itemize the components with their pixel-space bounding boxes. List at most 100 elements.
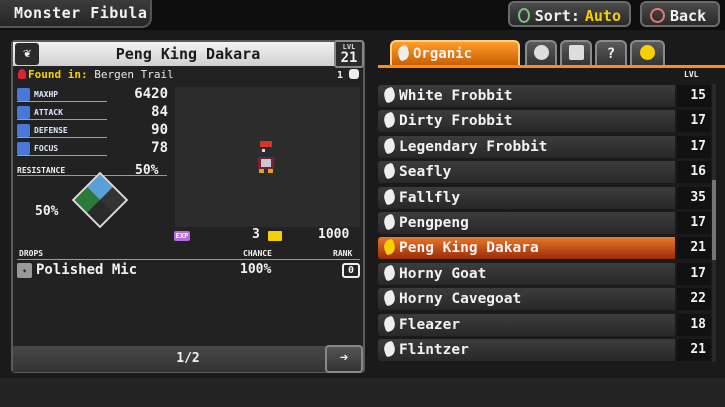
location-pin-icon xyxy=(18,69,26,79)
stat-focus: FOCUS 78 xyxy=(17,140,170,158)
organic-icon xyxy=(381,137,398,155)
resistance-value-right: 50% xyxy=(135,163,159,178)
organic-icon xyxy=(381,111,398,129)
list-item-name: Horny Cavegoat xyxy=(399,291,522,308)
list-item-name: Fleazer xyxy=(399,316,461,333)
resistance-value-left: 50% xyxy=(35,204,59,219)
chance-col-label: CHANCE xyxy=(243,249,272,258)
monster-list: White Frobbit 15 Dirty Frobbit 17 Legend… xyxy=(378,84,713,363)
organic-type-icon: ❦ xyxy=(15,43,39,65)
monster-sprite xyxy=(258,141,274,173)
stat-value: 84 xyxy=(151,104,168,120)
stat-label: ATTACK xyxy=(17,106,107,120)
sort-value: Auto xyxy=(584,6,621,25)
drop-count: 3 xyxy=(252,227,260,242)
list-item[interactable]: Dirty Frobbit 17 xyxy=(378,109,711,134)
list-item-level: 17 xyxy=(677,135,711,158)
list-item[interactable]: Horny Goat 17 xyxy=(378,262,711,287)
list-item-level: 18 xyxy=(677,313,711,336)
screen-title: Monster Fibula xyxy=(0,0,152,28)
tab-unknown[interactable]: ? xyxy=(595,40,627,67)
list-item-level: 17 xyxy=(677,262,711,285)
stat-value: 6420 xyxy=(134,86,168,102)
list-item-level: 15 xyxy=(677,85,711,107)
tab-label: Organic xyxy=(413,46,473,62)
organic-icon xyxy=(381,340,398,358)
next-page-button[interactable]: ➜ xyxy=(325,345,363,373)
drop-item[interactable]: ✦ Polished Mic 100% 0 xyxy=(17,262,360,280)
stat-attack: ATTACK 84 xyxy=(17,104,170,122)
list-item-name: Flintzer xyxy=(399,341,469,358)
list-item-level: 21 xyxy=(677,338,711,361)
sort-button[interactable]: Sort: Auto xyxy=(508,1,631,27)
list-item[interactable]: Legendary Frobbit 17 xyxy=(378,135,711,160)
list-item-level: 17 xyxy=(677,110,711,133)
arrow-right-icon: ➜ xyxy=(339,350,349,366)
stat-value: 78 xyxy=(151,140,168,156)
list-item-name: Seafly xyxy=(399,164,452,181)
scrollbar-thumb[interactable] xyxy=(712,180,716,260)
stat-defense: DEFENSE 90 xyxy=(17,122,170,140)
drop-chance: 100% xyxy=(240,262,272,277)
stat-label: MAXHP xyxy=(17,88,107,102)
treasure-icon xyxy=(268,231,282,241)
list-item-name: Fallfly xyxy=(399,189,461,206)
list-item[interactable]: Fleazer 18 xyxy=(378,313,711,338)
list-item[interactable]: Seafly 16 xyxy=(378,160,711,185)
defeat-count: 1 xyxy=(337,69,360,81)
tab-robot[interactable] xyxy=(525,40,557,67)
organic-icon xyxy=(381,86,398,104)
list-item[interactable]: Flintzer 21 xyxy=(378,338,711,363)
tab-house[interactable] xyxy=(560,40,592,67)
list-item-name: Horny Goat xyxy=(399,265,487,282)
list-item[interactable]: Pengpeng 17 xyxy=(378,211,711,236)
rank-col-label: RANK xyxy=(333,249,353,258)
exp-icon: EXP xyxy=(174,231,190,241)
tab-crown[interactable] xyxy=(630,40,665,67)
list-item[interactable]: White Frobbit 15 xyxy=(378,84,711,109)
list-item-name: White Frobbit xyxy=(399,88,513,104)
list-item-name: Pengpeng xyxy=(399,214,469,231)
list-item-name: Legendary Frobbit xyxy=(399,138,548,155)
stat-label: FOCUS xyxy=(17,142,107,156)
list-item-level: 16 xyxy=(677,161,711,184)
found-location: Bergen Trail xyxy=(94,68,174,81)
organic-icon xyxy=(381,188,398,206)
organic-icon xyxy=(395,44,412,62)
monster-level-badge: LVL 21 xyxy=(334,40,364,68)
list-item-level: 17 xyxy=(677,211,711,234)
stat-label: DEFENSE xyxy=(17,124,107,138)
list-item[interactable]: Fallfly 35 xyxy=(378,186,711,211)
found-in: Found in: Bergen Trail xyxy=(18,68,174,81)
sort-label: Sort: xyxy=(534,6,580,25)
lvl-column-header: LVL xyxy=(684,70,699,79)
list-item[interactable]: Horny Cavegoat 22 xyxy=(378,287,711,312)
drops-header: DROPS CHANCE RANK xyxy=(17,248,360,260)
drop-rank: 0 xyxy=(342,263,360,278)
organic-icon xyxy=(381,315,398,332)
bottom-bar xyxy=(0,378,725,407)
triangle-button-icon xyxy=(518,8,530,23)
tab-label: ? xyxy=(606,46,616,62)
item-icon: ✦ xyxy=(17,263,32,278)
list-item-level: 22 xyxy=(677,288,711,311)
back-button[interactable]: Back xyxy=(640,1,720,27)
organic-icon xyxy=(381,162,398,180)
tab-underline xyxy=(378,65,725,68)
monster-name: Peng King Dakara xyxy=(13,42,363,66)
tab-organic[interactable]: Organic xyxy=(390,40,520,67)
organic-icon xyxy=(381,238,398,256)
page-indicator: 1/2 xyxy=(13,346,363,372)
back-label: Back xyxy=(670,6,707,25)
house-icon xyxy=(568,45,584,60)
list-item-level: 21 xyxy=(677,237,711,260)
list-item-name: Peng King Dakara xyxy=(399,240,539,257)
crown-icon xyxy=(640,45,655,60)
organic-icon xyxy=(381,264,398,282)
list-item-selected[interactable]: Peng King Dakara 21 xyxy=(378,236,711,261)
skull-icon xyxy=(349,69,360,79)
stat-value: 90 xyxy=(151,122,168,138)
list-item-name: Dirty Frobbit xyxy=(399,113,513,130)
robot-face-icon xyxy=(533,45,549,60)
count-value: 1 xyxy=(337,70,344,81)
